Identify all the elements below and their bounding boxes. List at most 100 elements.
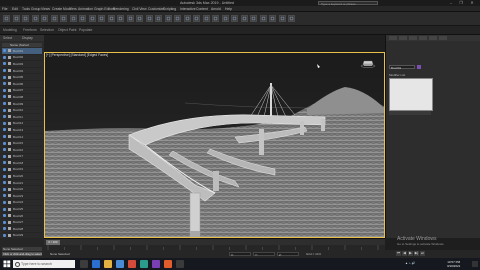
- list-item[interactable]: Box014: [2, 134, 42, 141]
- move-icon[interactable]: [98, 15, 105, 22]
- render-icon[interactable]: [288, 15, 295, 22]
- visibility-icon[interactable]: [3, 161, 6, 165]
- tray-icons[interactable]: ▲ ⌁ 🔊: [405, 261, 415, 265]
- search-input[interactable]: Type a keyword or phrase: [318, 1, 378, 6]
- list-item[interactable]: Box025: [2, 206, 42, 213]
- notifications-icon[interactable]: [472, 261, 478, 267]
- app-icon-6[interactable]: [152, 260, 160, 268]
- explorer-header[interactable]: Name (Sorted Ascending): [2, 43, 42, 51]
- taskbar-clock[interactable]: 10:57 PM 3/10/2021: [447, 260, 460, 268]
- menu-item-customize[interactable]: Customize: [148, 7, 164, 11]
- window-crossing-icon[interactable]: [88, 15, 96, 22]
- hierarchy-tab-icon[interactable]: [409, 36, 417, 40]
- file-explorer-icon[interactable]: [104, 260, 112, 268]
- menu-item-views[interactable]: Views: [41, 7, 50, 11]
- material-editor-icon[interactable]: [259, 15, 267, 22]
- goto-start-button[interactable]: ⏮: [396, 251, 401, 256]
- visibility-icon[interactable]: [3, 62, 6, 66]
- visibility-icon[interactable]: [3, 141, 6, 145]
- ribbon-tab-selection[interactable]: Selection: [40, 28, 54, 32]
- create-tab-icon[interactable]: [389, 36, 397, 40]
- select-icon[interactable]: [60, 15, 67, 22]
- list-item[interactable]: Box012: [2, 121, 42, 128]
- visibility-icon[interactable]: [3, 95, 6, 99]
- ribbon-tab-populate[interactable]: Populate: [79, 28, 92, 32]
- menu-item-file[interactable]: File: [2, 7, 7, 11]
- menu-item-content[interactable]: Content: [196, 7, 208, 11]
- list-item[interactable]: Box008: [2, 94, 42, 101]
- taskbar-search[interactable]: Type here to search: [13, 260, 75, 268]
- list-item[interactable]: Box018: [2, 160, 42, 167]
- list-item[interactable]: Box016: [2, 147, 42, 154]
- goto-end-button[interactable]: ⏭: [420, 251, 425, 256]
- modifier-stack[interactable]: [389, 78, 433, 111]
- list-item[interactable]: Box009: [2, 101, 42, 108]
- curve-editor-icon[interactable]: [240, 15, 248, 22]
- pivot-icon[interactable]: [145, 15, 153, 22]
- render-frame-icon[interactable]: [278, 15, 286, 22]
- y-coordinate-field[interactable]: Y:: [253, 252, 275, 257]
- ribbon-tab-modeling[interactable]: Modeling: [3, 28, 17, 32]
- menu-item-group[interactable]: Group: [31, 7, 40, 11]
- object-color-swatch[interactable]: [417, 65, 421, 69]
- list-item[interactable]: Box003: [2, 61, 42, 68]
- ribbon-tab-freeform[interactable]: Freeform: [23, 28, 37, 32]
- menu-item-scripting[interactable]: Scripting: [163, 7, 176, 11]
- utilities-tab-icon[interactable]: [439, 36, 447, 40]
- place-icon[interactable]: [126, 15, 134, 22]
- list-item[interactable]: Box006: [2, 81, 42, 88]
- list-item[interactable]: Box017: [2, 154, 42, 161]
- list-item[interactable]: Box002: [2, 55, 42, 62]
- visibility-icon[interactable]: [3, 154, 6, 158]
- percent-snap-icon[interactable]: [174, 15, 181, 22]
- modifier-list-dropdown[interactable]: Modifier List: [389, 73, 405, 77]
- visibility-icon[interactable]: [3, 214, 6, 218]
- play-button[interactable]: ▶: [408, 251, 413, 256]
- list-item[interactable]: Box005: [2, 74, 42, 81]
- list-item[interactable]: Box024: [2, 200, 42, 207]
- list-item[interactable]: Box020: [2, 173, 42, 180]
- list-item[interactable]: Box010: [2, 107, 42, 114]
- windows-start-icon[interactable]: [3, 260, 11, 268]
- modify-tab-icon[interactable]: [399, 36, 407, 40]
- task-view-icon[interactable]: [80, 260, 88, 268]
- ribbon-tab-object-paint[interactable]: Object Paint: [58, 28, 76, 32]
- named-sets-icon[interactable]: [193, 15, 200, 22]
- visibility-icon[interactable]: [3, 128, 6, 132]
- menu-item-graph-editors[interactable]: Graph Editors: [94, 7, 115, 11]
- visibility-icon[interactable]: [3, 115, 6, 119]
- list-item[interactable]: Box015: [2, 140, 42, 147]
- angle-snap-icon[interactable]: [164, 15, 172, 22]
- 3dsmax-taskbar-icon[interactable]: [140, 260, 148, 268]
- rotate-icon[interactable]: [107, 15, 115, 22]
- stack-toolbar[interactable]: [389, 111, 431, 115]
- reference-icon[interactable]: [136, 15, 143, 22]
- visibility-icon[interactable]: [3, 181, 6, 185]
- menu-item-interactive[interactable]: Interactive: [180, 7, 196, 11]
- chrome-icon[interactable]: [128, 260, 136, 268]
- x-coordinate-field[interactable]: X:: [229, 252, 251, 257]
- app-icon-7[interactable]: [164, 260, 172, 268]
- list-item[interactable]: Box007: [2, 88, 42, 95]
- list-item[interactable]: Box001: [2, 48, 42, 55]
- visibility-icon[interactable]: [3, 227, 6, 231]
- menu-item-animation[interactable]: Animation: [78, 7, 93, 11]
- visibility-icon[interactable]: [3, 69, 6, 73]
- menu-item-arnold[interactable]: Arnold: [211, 7, 221, 11]
- list-item[interactable]: Box027: [2, 219, 42, 227]
- visibility-icon[interactable]: [3, 233, 6, 237]
- maxscript-listener[interactable]: None Selected: [2, 247, 42, 251]
- next-frame-button[interactable]: ▶|: [414, 251, 419, 256]
- app-icon-8[interactable]: [176, 260, 184, 268]
- store-icon[interactable]: [116, 260, 124, 268]
- prev-frame-button[interactable]: ◀: [402, 251, 407, 256]
- visibility-icon[interactable]: [3, 200, 6, 204]
- list-item[interactable]: Box013: [2, 127, 42, 134]
- visibility-icon[interactable]: [3, 82, 6, 86]
- object-name-field[interactable]: Box001: [389, 65, 415, 70]
- z-coordinate-field[interactable]: Z:: [277, 252, 299, 257]
- visibility-icon[interactable]: [3, 167, 6, 171]
- motion-tab-icon[interactable]: [419, 36, 427, 40]
- redo-icon[interactable]: [12, 15, 20, 22]
- viewport-label[interactable]: [+] [Perspective] [Standard] [Edged Face…: [46, 53, 108, 57]
